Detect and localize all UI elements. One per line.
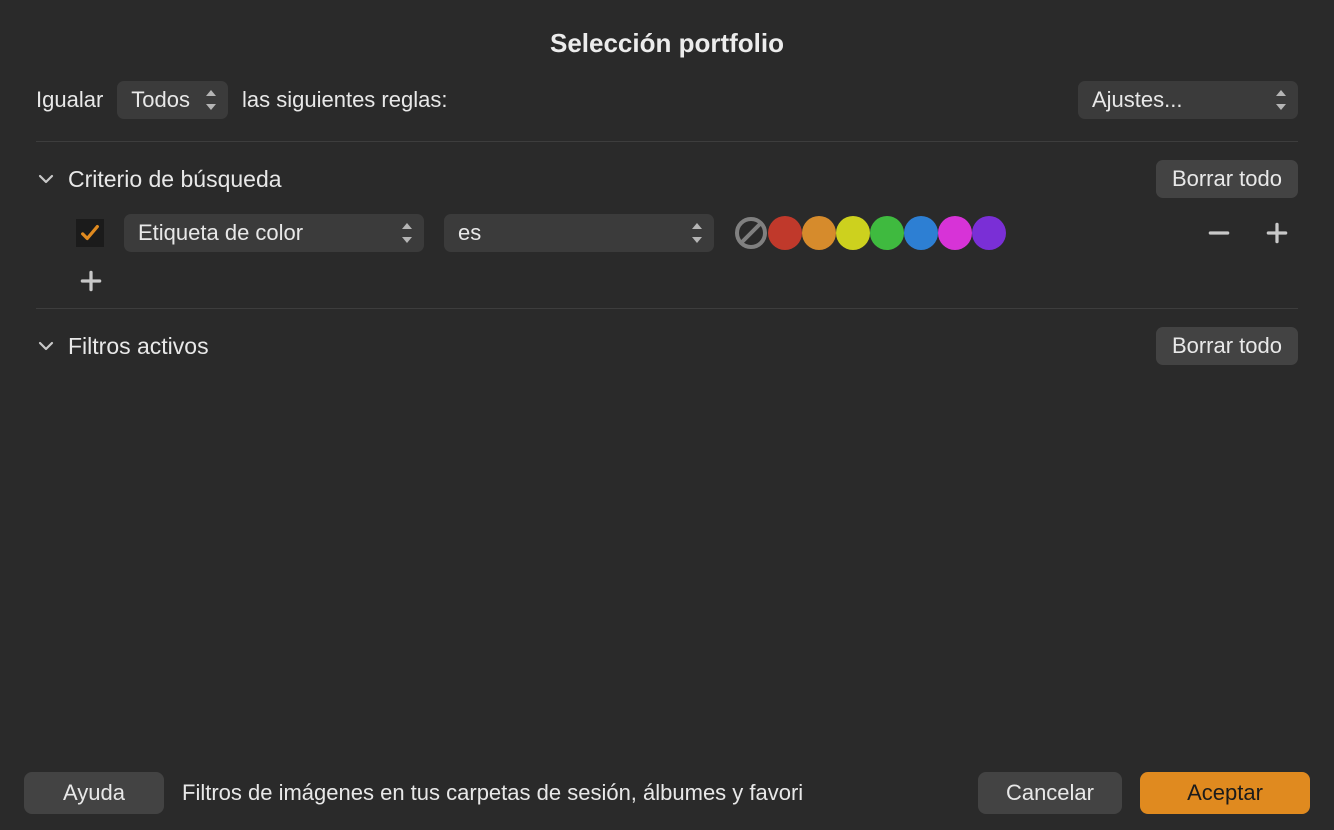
chevron-down-icon[interactable] (36, 169, 56, 189)
criteria-field-select[interactable]: Etiqueta de color (124, 214, 424, 252)
settings-select[interactable]: Ajustes... (1078, 81, 1298, 119)
color-swatch-blue[interactable] (904, 216, 938, 250)
footer-info-text: Filtros de imágenes en tus carpetas de s… (182, 780, 803, 806)
dialog-title: Selección portfolio (0, 0, 1334, 81)
updown-icon (400, 223, 414, 243)
criteria-operator-value: es (458, 220, 481, 246)
color-swatch-group (734, 216, 1006, 250)
color-swatch-purple[interactable] (972, 216, 1006, 250)
chevron-down-icon[interactable] (36, 336, 56, 356)
color-swatch-orange[interactable] (802, 216, 836, 250)
color-swatch-none[interactable] (734, 216, 768, 250)
color-swatch-green[interactable] (870, 216, 904, 250)
search-criteria-title: Criterio de búsqueda (68, 166, 282, 193)
add-row-button[interactable] (76, 266, 106, 296)
color-swatch-yellow[interactable] (836, 216, 870, 250)
color-swatch-red[interactable] (768, 216, 802, 250)
updown-icon (1274, 90, 1288, 110)
match-mode-select[interactable]: Todos (117, 81, 228, 119)
settings-label: Ajustes... (1092, 87, 1182, 113)
criteria-field-value: Etiqueta de color (138, 220, 303, 246)
clear-all-filters-button[interactable]: Borrar todo (1156, 327, 1298, 365)
help-button[interactable]: Ayuda (24, 772, 164, 814)
match-mode-value: Todos (131, 87, 190, 113)
criteria-enabled-toggle[interactable] (76, 219, 104, 247)
color-swatch-magenta[interactable] (938, 216, 972, 250)
active-filters-title: Filtros activos (68, 333, 209, 360)
clear-all-search-button[interactable]: Borrar todo (1156, 160, 1298, 198)
updown-icon (690, 223, 704, 243)
divider (36, 141, 1298, 142)
match-suffix-label: las siguientes reglas: (242, 87, 447, 113)
cancel-button[interactable]: Cancelar (978, 772, 1122, 814)
remove-criteria-button[interactable] (1204, 218, 1234, 248)
accept-button[interactable]: Aceptar (1140, 772, 1310, 814)
divider (36, 308, 1298, 309)
match-prefix-label: Igualar (36, 87, 103, 113)
criteria-row: Etiqueta de color es (36, 204, 1298, 262)
add-criteria-button[interactable] (1262, 218, 1292, 248)
dialog-footer: Ayuda Filtros de imágenes en tus carpeta… (0, 756, 1334, 830)
updown-icon (204, 90, 218, 110)
criteria-operator-select[interactable]: es (444, 214, 714, 252)
